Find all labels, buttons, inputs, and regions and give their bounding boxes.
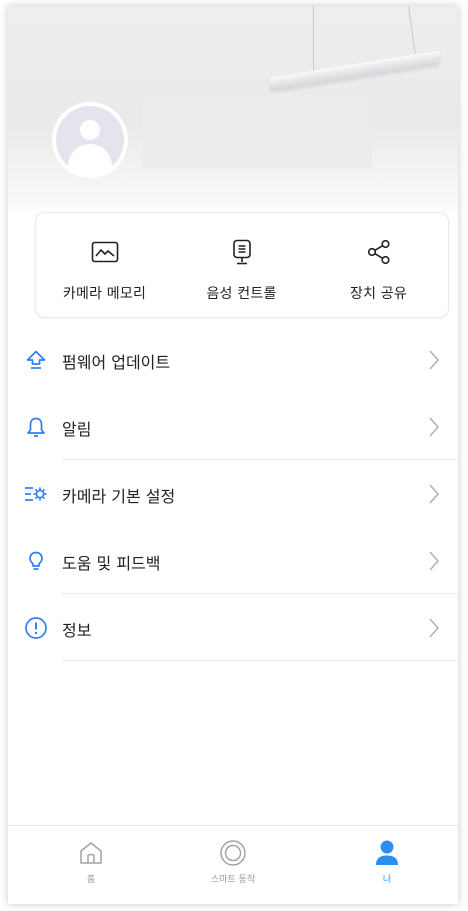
chevron-right-icon [429,484,440,504]
device-share-button[interactable]: 장치 공유 [310,213,447,317]
info-icon [24,616,48,640]
settings-sliders-icon [24,482,48,506]
camera-memory-button[interactable]: 카메라 메모리 [36,213,173,317]
avatar[interactable] [52,102,128,178]
tab-label: 나 [382,875,392,885]
quick-action-label: 음성 컨트롤 [206,286,277,302]
tab-label: 홈 [86,875,96,885]
profile-name-placeholder[interactable] [142,98,372,168]
circle-target-icon [218,838,248,868]
chevron-right-icon [429,350,440,370]
quick-actions-card: 카메라 메모리 음성 컨트롤 장치 공유 [35,212,449,318]
ceiling-wire-decoration [313,6,314,80]
menu-item-notifications[interactable]: 알림 [8,393,458,460]
photo-frame-icon [89,239,121,265]
divider [62,660,458,661]
menu-item-label: 도움 및 피드백 [62,554,161,573]
bell-icon [24,415,48,439]
ceiling-wire-decoration [408,6,416,54]
voice-control-button[interactable]: 음성 컨트롤 [173,213,310,317]
home-icon [76,838,106,868]
tab-me[interactable]: 나 [327,838,447,885]
tab-home[interactable]: 홈 [31,838,151,885]
chevron-right-icon [429,417,440,437]
menu-item-camera-settings[interactable]: 카메라 기본 설정 [8,460,458,527]
share-icon [363,239,395,265]
profile-header [8,6,458,221]
lightbulb-icon [24,549,48,573]
quick-action-label: 장치 공유 [350,286,407,302]
chevron-right-icon [429,551,440,571]
voice-remote-icon [226,239,258,265]
menu-item-label: 카메라 기본 설정 [62,487,176,506]
settings-menu: 펌웨어 업데이트 알림 카메라 기본 설정 도움 및 피드백 정보 [8,326,458,661]
menu-item-label: 정보 [62,621,92,640]
ceiling-lamp-decoration [270,50,440,92]
person-icon [372,838,402,868]
tab-smart-actions[interactable]: 스마트 동작 [173,838,293,885]
menu-item-info[interactable]: 정보 [8,594,458,661]
app-screen: 카메라 메모리 음성 컨트롤 장치 공유 펌웨어 업데이트 알림 카메라 기본 … [8,6,458,904]
quick-action-label: 카메라 메모리 [62,286,147,302]
bottom-tab-bar: 홈 스마트 동작 나 [8,825,458,904]
upload-arrow-icon [24,348,48,372]
menu-item-label: 알림 [62,420,92,439]
chevron-right-icon [429,618,440,638]
tab-label: 스마트 동작 [210,875,256,885]
menu-item-help-feedback[interactable]: 도움 및 피드백 [8,527,458,594]
user-avatar-icon [56,106,124,174]
menu-item-label: 펌웨어 업데이트 [62,353,171,372]
menu-item-firmware-update[interactable]: 펌웨어 업데이트 [8,326,458,393]
